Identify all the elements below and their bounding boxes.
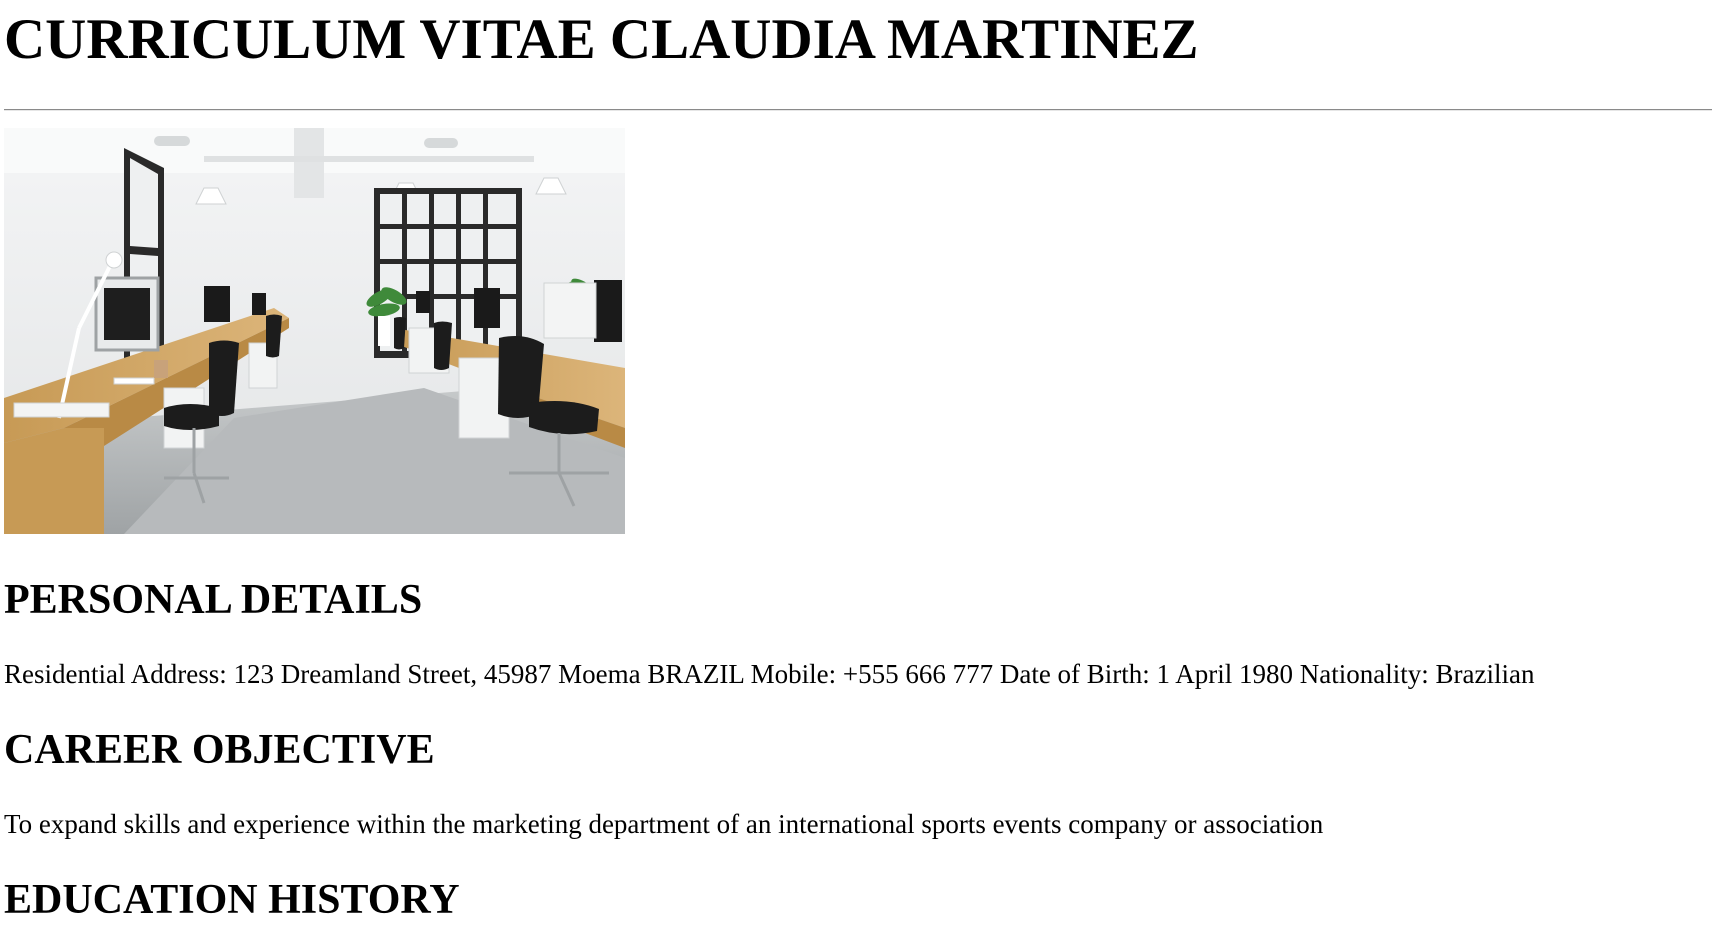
horizontal-rule (4, 109, 1712, 111)
personal-details-text: Residential Address: 123 Dreamland Stree… (4, 659, 1535, 689)
section-heading-education-history: EDUCATION HISTORY (4, 877, 460, 923)
section-heading-career-objective: CAREER OBJECTIVE (4, 727, 435, 773)
page-title: CURRICULUM VITAE CLAUDIA MARTINEZ (4, 8, 1199, 71)
office-interior-photo (4, 128, 625, 534)
career-objective-text: To expand skills and experience within t… (4, 809, 1324, 839)
cv-page: CURRICULUM VITAE CLAUDIA MARTINEZ PERSON… (0, 0, 1712, 929)
section-heading-personal-details: PERSONAL DETAILS (4, 577, 423, 623)
